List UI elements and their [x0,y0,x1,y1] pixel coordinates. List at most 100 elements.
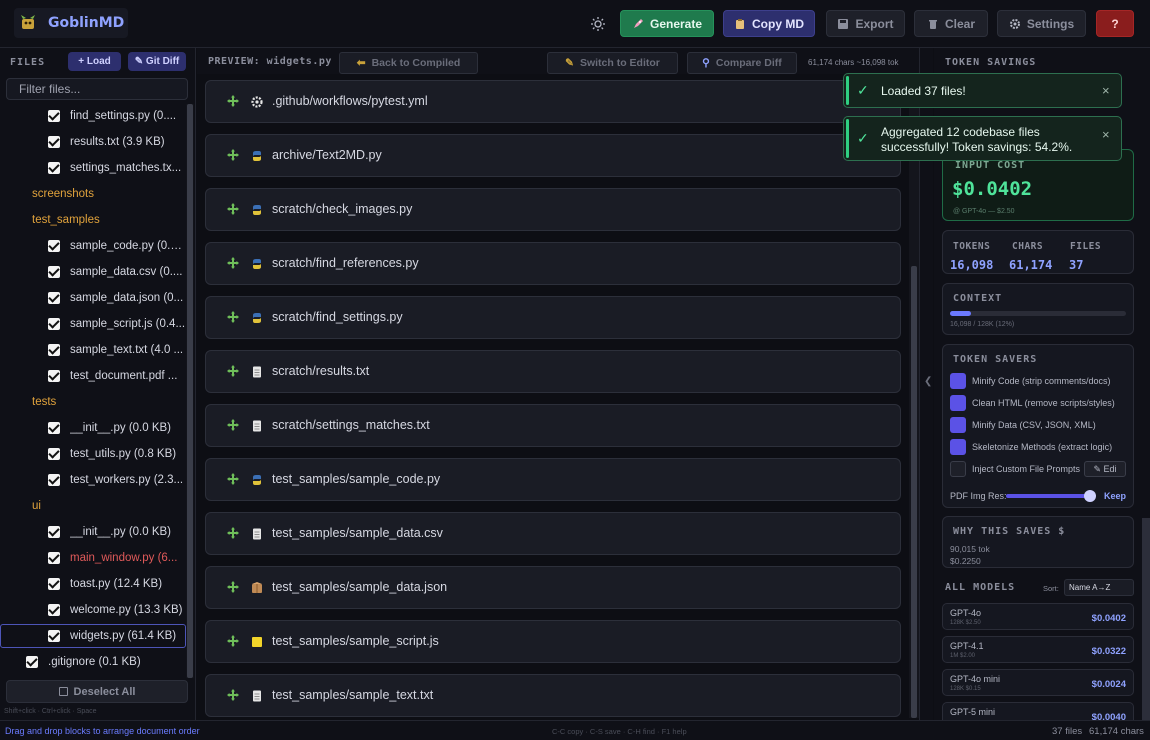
tree-folder[interactable]: screenshots [0,182,186,206]
edit-prompts-button[interactable]: ✎ Edi [1084,461,1126,477]
tree-file[interactable]: find_settings.py (0.... [0,104,186,128]
copy-md-button[interactable]: Copy MD [723,10,815,37]
drag-handle-icon[interactable] [226,310,240,324]
token-saver-checkbox[interactable] [950,373,966,389]
compare-diff-button[interactable]: ⚲ Compare Diff [687,52,797,74]
preview-scrollbar[interactable] [909,78,919,718]
drag-handle-icon[interactable] [226,526,240,540]
token-saver-option[interactable]: Inject Custom File Prompts [950,461,1080,477]
tree-file[interactable]: sample_data.json (0... [0,286,186,310]
tree-file[interactable]: test_workers.py (2.3... [0,468,186,492]
file-checkbox[interactable] [48,552,60,564]
document-block[interactable]: test_samples/sample_text.txt [205,674,901,717]
file-checkbox[interactable] [48,266,60,278]
close-icon[interactable]: × [1102,83,1110,98]
token-saver-checkbox[interactable] [950,461,966,477]
token-saver-option[interactable]: Minify Data (CSV, JSON, XML) [950,417,1096,433]
generate-button[interactable]: Generate [620,10,714,37]
file-checkbox[interactable] [48,474,60,486]
tree-file[interactable]: sample_script.js (0.4... [0,312,186,336]
tree-file[interactable]: __init__.py (0.0 KB) [0,520,186,544]
file-checkbox[interactable] [48,136,60,148]
deselect-all-button[interactable]: Deselect All [6,680,188,703]
help-button[interactable]: ? [1096,10,1134,37]
tree-file[interactable]: test_document.pdf ... [0,364,186,388]
collapse-handle-icon[interactable]: ❮ [924,376,932,387]
clear-button[interactable]: Clear [914,10,988,37]
model-card[interactable]: GPT-5 mini $0.0040 [942,702,1134,720]
file-checkbox[interactable] [48,292,60,304]
token-saver-checkbox[interactable] [950,417,966,433]
right-panel-scrollbar[interactable] [1142,518,1150,720]
model-card[interactable]: GPT-4o 128K $2.50 $0.0402 [942,603,1134,630]
document-block[interactable]: scratch/find_references.py [205,242,901,285]
git-diff-button[interactable]: ✎ Git Diff [128,52,186,71]
drag-handle-icon[interactable] [226,688,240,702]
file-checkbox[interactable] [48,162,60,174]
file-checkbox[interactable] [48,318,60,330]
file-checkbox[interactable] [48,630,60,642]
token-saver-option[interactable]: Clean HTML (remove scripts/styles) [950,395,1115,411]
sort-select[interactable]: Name A→Z [1064,579,1134,596]
tree-folder[interactable]: ui [0,494,186,518]
drag-handle-icon[interactable] [226,472,240,486]
export-button[interactable]: Export [826,10,905,37]
tree-file[interactable]: results.txt (3.9 KB) [0,130,186,154]
file-checkbox[interactable] [26,656,38,668]
drag-handle-icon[interactable] [226,364,240,378]
file-checkbox[interactable] [48,344,60,356]
file-checkbox[interactable] [48,370,60,382]
pdf-img-res-slider[interactable] [1006,494,1090,498]
file-checkbox[interactable] [48,110,60,122]
tree-folder[interactable]: tests [0,390,186,414]
document-block[interactable]: scratch/check_images.py [205,188,901,231]
tree-file[interactable]: .gitignore (0.1 KB) [0,650,186,674]
file-checkbox[interactable] [48,604,60,616]
document-block[interactable]: scratch/find_settings.py [205,296,901,339]
switch-to-editor-button[interactable]: ✎ Switch to Editor [547,52,678,74]
file-checkbox[interactable] [48,240,60,252]
theme-toggle-icon[interactable] [590,16,606,32]
back-to-compiled-button[interactable]: ⬅ Back to Compiled [339,52,478,74]
file-checkbox[interactable] [48,448,60,460]
tree-folder[interactable]: test_samples [0,208,186,232]
document-block[interactable]: scratch/settings_matches.txt [205,404,901,447]
preview-scroll-thumb[interactable] [911,266,917,718]
document-block[interactable]: archive/Text2MD.py [205,134,901,177]
drag-handle-icon[interactable] [226,580,240,594]
document-block[interactable]: test_samples/sample_script.js [205,620,901,663]
token-saver-checkbox[interactable] [950,439,966,455]
document-block[interactable]: test_samples/sample_code.py [205,458,901,501]
tree-file[interactable]: test_utils.py (0.8 KB) [0,442,186,466]
drag-handle-icon[interactable] [226,148,240,162]
tree-file[interactable]: main_window.py (6... [0,546,186,570]
tree-file[interactable]: widgets.py (61.4 KB) [0,624,186,648]
drag-handle-icon[interactable] [226,202,240,216]
drag-handle-icon[interactable] [226,418,240,432]
document-block[interactable]: test_samples/sample_data.json [205,566,901,609]
file-tree-scroll-thumb[interactable] [187,104,193,678]
model-card[interactable]: GPT-4.1 1M $2.00 $0.0322 [942,636,1134,663]
load-button[interactable]: + Load [68,52,121,71]
tree-file[interactable]: sample_code.py (0.6... [0,234,186,258]
settings-button[interactable]: Settings [997,10,1086,37]
drag-handle-icon[interactable] [226,256,240,270]
token-saver-option[interactable]: Skeletonize Methods (extract logic) [950,439,1112,455]
file-checkbox[interactable] [48,422,60,434]
drag-handle-icon[interactable] [226,94,240,108]
document-block[interactable]: test_samples/sample_data.csv [205,512,901,555]
drag-handle-icon[interactable] [226,634,240,648]
tree-file[interactable]: welcome.py (13.3 KB) [0,598,186,622]
token-saver-option[interactable]: Minify Code (strip comments/docs) [950,373,1111,389]
filter-files-input[interactable] [6,78,188,100]
tree-file[interactable]: settings_matches.tx... [0,156,186,180]
document-block[interactable]: .github/workflows/pytest.yml [205,80,901,123]
tree-file[interactable]: sample_data.csv (0.... [0,260,186,284]
tree-file[interactable]: toast.py (12.4 KB) [0,572,186,596]
tree-file[interactable]: __init__.py (0.0 KB) [0,416,186,440]
file-checkbox[interactable] [48,526,60,538]
tree-file[interactable]: sample_text.txt (4.0 ... [0,338,186,362]
token-saver-checkbox[interactable] [950,395,966,411]
document-block[interactable]: scratch/results.txt [205,350,901,393]
pdf-img-res-slider-handle[interactable] [1084,490,1096,502]
